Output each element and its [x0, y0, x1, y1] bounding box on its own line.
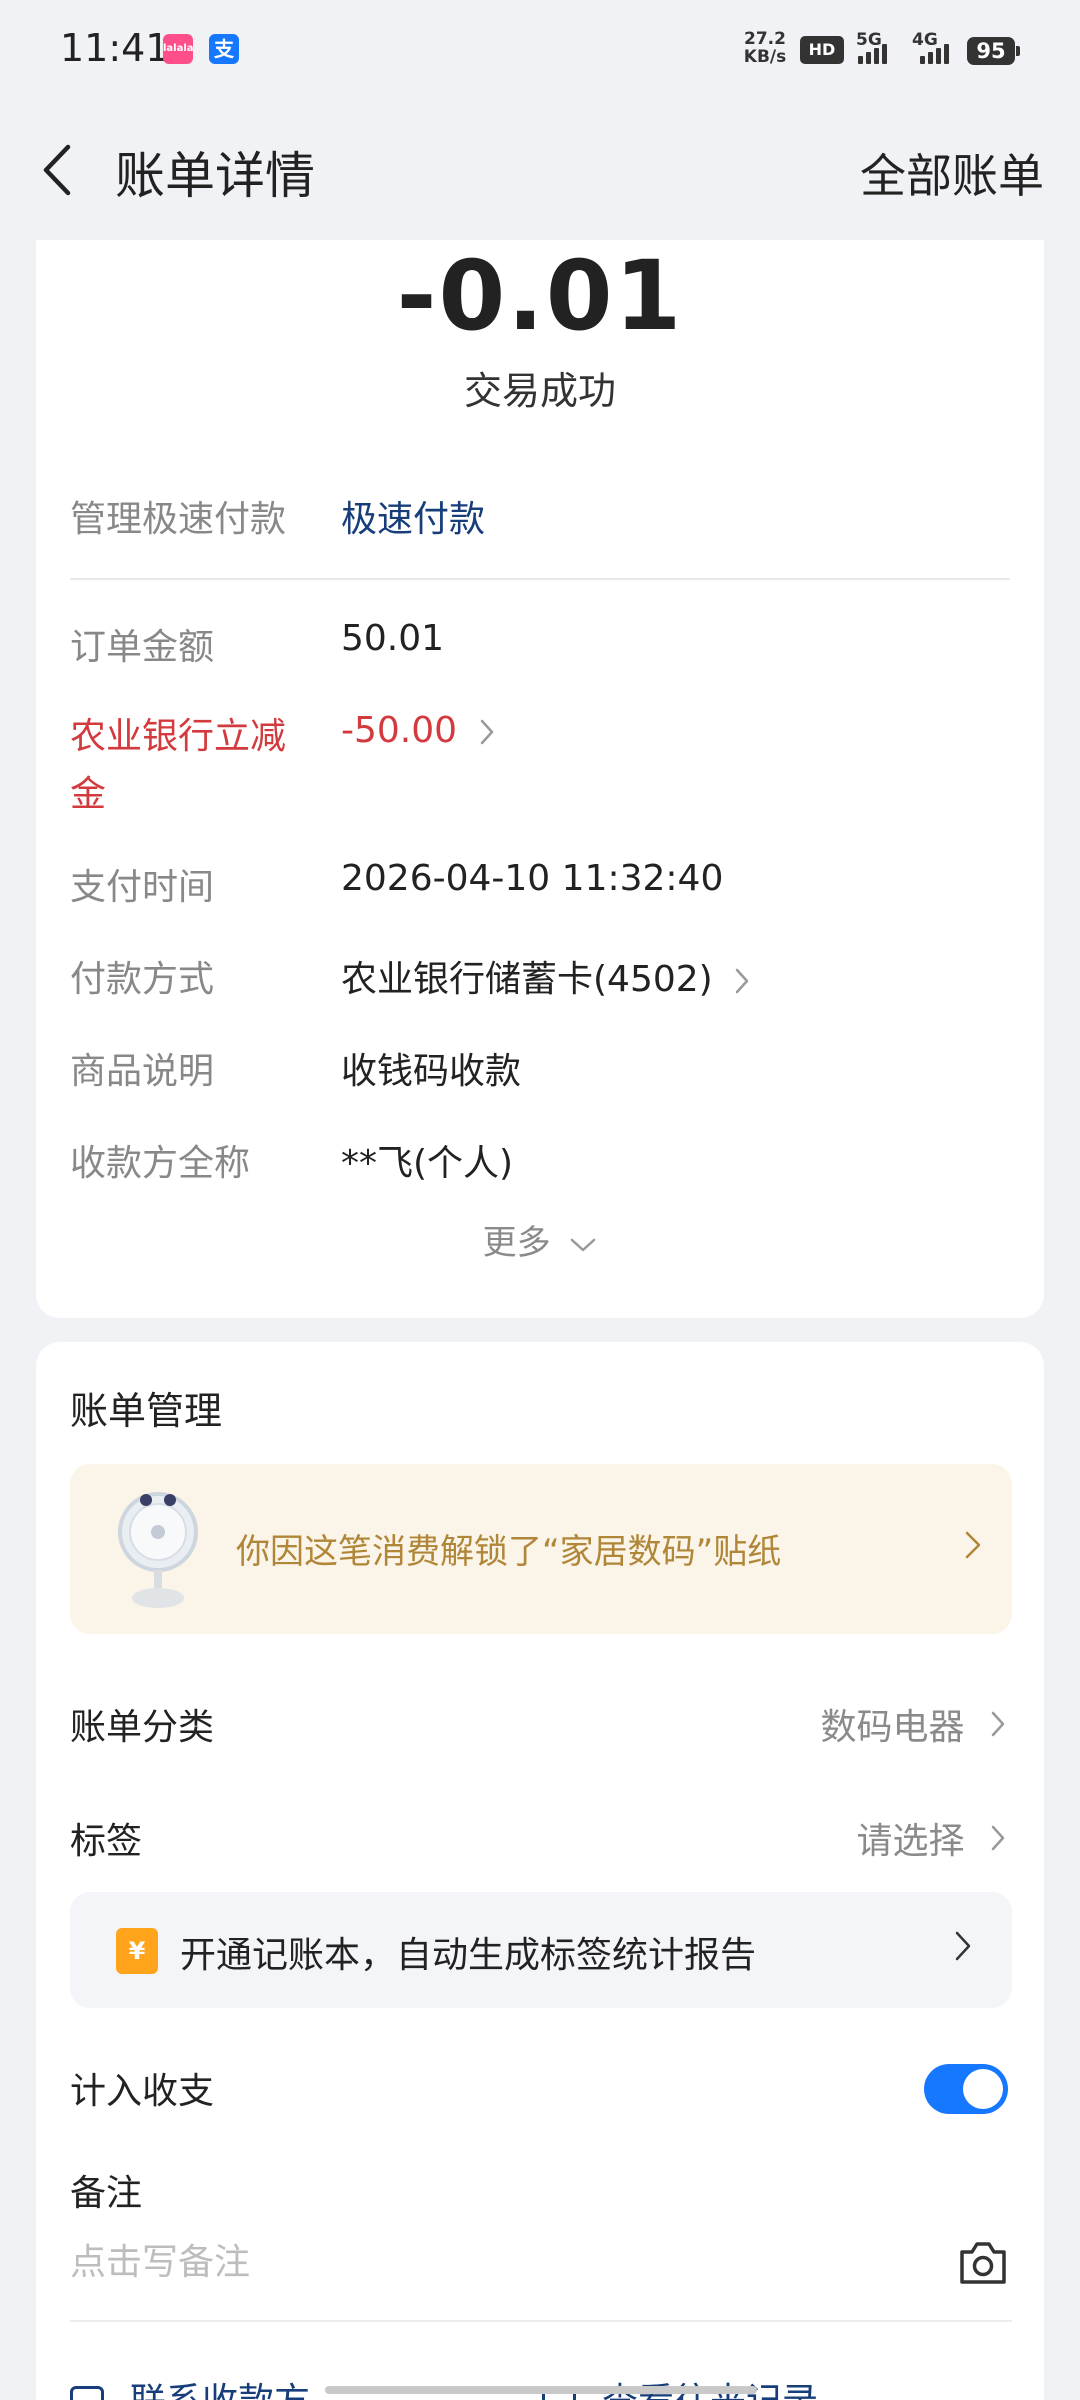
chevron-right-icon	[735, 968, 749, 994]
desk-fan-sticker-icon	[118, 1492, 198, 1608]
title-bar: 账单详情 全部账单	[0, 100, 1080, 240]
camera-icon[interactable]	[958, 2240, 1008, 2286]
goods-value: 收钱码收款	[341, 1051, 522, 1092]
section-title: 账单管理	[70, 1389, 223, 1433]
note-input[interactable]	[70, 2242, 910, 2283]
divider	[70, 2320, 1012, 2322]
chevron-right-icon	[991, 1825, 1005, 1851]
sticker-text: 你因这笔消费解锁了“家居数码”贴纸	[236, 1532, 782, 1572]
tag-label: 标签	[70, 1821, 143, 1862]
category-label: 账单分类	[70, 1707, 215, 1748]
lalala-app-icon: lalala	[163, 34, 194, 64]
goods-label: 商品说明	[70, 1051, 215, 1092]
tag-selector[interactable]: 请选择	[857, 1812, 1006, 1864]
all-bills-button[interactable]: 全部账单	[860, 140, 1044, 206]
page-title: 账单详情	[115, 147, 315, 205]
coupon-yen-icon: ¥	[116, 1928, 158, 1974]
discount-row[interactable]: -50.00	[341, 710, 495, 751]
order-amount-label: 订单金额	[70, 627, 215, 668]
include-label: 计入收支	[70, 2071, 215, 2112]
network-speed: 27.2 KB/s	[742, 30, 788, 66]
discount-label: 农业银行立减 金	[70, 708, 286, 824]
discount-label-line1: 农业银行立减	[70, 716, 287, 757]
more-label: 更多	[482, 1223, 551, 1263]
network-speed-unit: KB/s	[743, 47, 787, 67]
more-button[interactable]: 更多	[36, 1215, 1044, 1264]
hd-voice-icon: HD	[800, 36, 844, 64]
discount-label-line2: 金	[70, 774, 107, 815]
network-speed-value: 27.2	[744, 29, 786, 49]
battery-icon: 95	[967, 37, 1020, 65]
chevron-right-icon	[480, 719, 493, 745]
bill-detail-card: -0.01 交易成功 管理极速付款 极速付款 订单金额 50.01 农业银行立减…	[36, 240, 1044, 1318]
chevron-right-icon	[991, 1711, 1005, 1737]
contact-label: 联系收款方	[130, 2381, 310, 2400]
bookkeeping-promo-banner[interactable]: ¥ 开通记账本，自动生成标签统计报告	[70, 1892, 1012, 2008]
order-amount-value: 50.01	[341, 618, 445, 659]
signal-4g-icon	[920, 40, 954, 64]
discount-value: -50.00	[341, 710, 458, 751]
include-in-stats-toggle[interactable]	[924, 2064, 1008, 2114]
contact-icon	[70, 2386, 104, 2400]
bill-detail-page: 11:41 lalala 支 27.2 KB/s HD 5G 4G 95 账单详…	[0, 0, 1080, 2400]
chevron-right-icon	[965, 1531, 981, 1559]
payee-value: **飞(个人)	[341, 1143, 514, 1184]
status-time: 11:41	[60, 26, 170, 70]
status-bar: 11:41 lalala 支 27.2 KB/s HD 5G 4G 95	[0, 0, 1080, 100]
pay-method-row[interactable]: 农业银行储蓄卡(4502)	[341, 950, 750, 1002]
payee-label: 收款方全称	[70, 1143, 251, 1184]
transaction-amount: -0.01	[396, 240, 684, 352]
back-arrow-icon[interactable]	[38, 144, 82, 196]
pay-time-value: 2026-04-10 11:32:40	[341, 858, 724, 899]
manage-payment-link[interactable]: 极速付款	[341, 490, 485, 542]
tag-value: 请选择	[856, 1821, 965, 1862]
pay-method-value: 农业银行储蓄卡(4502)	[341, 959, 713, 1000]
home-indicator[interactable]	[325, 2386, 757, 2394]
category-value: 数码电器	[820, 1707, 965, 1748]
bill-management-card: 账单管理 你因这笔消费解锁了“家居数码”贴纸 账单分类 数码电器 标签 请选择 …	[36, 1342, 1044, 2400]
contact-payee-button[interactable]: 联系收款方	[70, 2372, 310, 2400]
note-label: 备注	[70, 2173, 143, 2214]
toggle-knob	[963, 2069, 1003, 2109]
divider	[70, 578, 1010, 580]
pay-time-label: 支付时间	[70, 867, 215, 908]
sticker-banner[interactable]: 你因这笔消费解锁了“家居数码”贴纸	[70, 1464, 1012, 1634]
transaction-status: 交易成功	[463, 369, 616, 413]
alipay-app-icon: 支	[209, 34, 239, 64]
promo-text: 开通记账本，自动生成标签统计报告	[180, 1935, 757, 1976]
chevron-right-icon	[955, 1931, 971, 1961]
chevron-down-icon	[571, 1238, 596, 1251]
signal-5g-icon	[858, 40, 892, 64]
category-selector[interactable]: 数码电器	[821, 1698, 1006, 1750]
pay-method-label: 付款方式	[70, 959, 215, 1000]
manage-payment-label: 管理极速付款	[70, 499, 287, 540]
